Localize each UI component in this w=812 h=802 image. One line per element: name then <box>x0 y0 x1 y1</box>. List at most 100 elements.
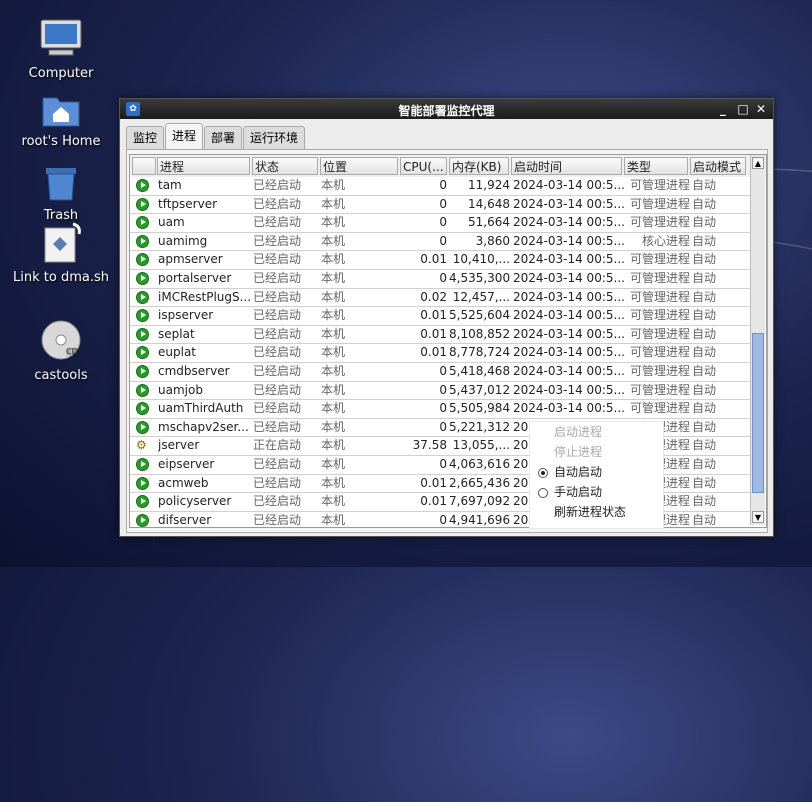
cell-location: 本机 <box>321 308 346 323</box>
cell-type: 可管理进程 <box>629 345 690 360</box>
desktop-icon-label: Computer <box>28 66 94 81</box>
cell-status: 已经启动 <box>253 456 302 471</box>
column-header-status[interactable]: 状态 <box>252 157 318 175</box>
cell-start-mode: 自动 <box>692 456 717 471</box>
column-header-location[interactable]: 位置 <box>320 157 398 175</box>
cell-status: 已经启动 <box>253 252 302 267</box>
scroll-down-button[interactable]: ▼ <box>752 511 764 523</box>
cell-cpu: 0.01 <box>420 345 447 360</box>
table-row[interactable]: uam 已经启动 本机 0 51,664 2024-03-14 00:5... 可管理进程自… <box>130 214 750 233</box>
table-row[interactable]: portalserver 已经启动 本机 0 4,535,300 2024-03-14 0… <box>130 269 750 289</box>
cell-status: 正在启动 <box>253 438 302 453</box>
cell-cpu: 0 <box>439 233 447 248</box>
cell-status: 已经启动 <box>253 178 302 192</box>
vertical-scrollbar[interactable]: ▲ ▼ <box>750 155 765 525</box>
cell-process: tftpserver <box>158 196 218 211</box>
desktop-icon-trash[interactable]: Trash <box>6 162 116 223</box>
cell-memory: 2,665,436 <box>449 475 510 490</box>
menu-item-auto-start[interactable]: 自动启动 <box>554 462 602 482</box>
cell-memory: 5,418,468 <box>449 363 510 378</box>
column-header-start-time[interactable]: 启动时间 <box>511 157 622 175</box>
cell-start-time: 2024-03-14 00:5... <box>513 326 624 341</box>
cell-status: 已经启动 <box>253 196 302 211</box>
cell-start-mode: 自动 <box>692 419 717 434</box>
menu-item-refresh-status[interactable]: 刷新进程状态 <box>554 502 626 522</box>
column-header-process[interactable]: 进程 <box>157 157 250 175</box>
cell-location: 本机 <box>321 382 346 397</box>
minimize-button[interactable]: _ <box>715 101 731 117</box>
process-running-icon <box>136 383 149 397</box>
cell-start-mode: 自动 <box>692 475 717 490</box>
table-row[interactable]: tftpserver 已经启动 本机 0 14,648 2024-03-14 00:5..… <box>130 195 750 215</box>
cell-process: eipserver <box>158 456 215 471</box>
radio-manual-start[interactable] <box>538 488 548 498</box>
cell-cpu: 0 <box>439 401 447 416</box>
cell-memory: 5,505,984 <box>449 401 510 416</box>
column-header-memory[interactable]: 内存(KB) <box>449 157 509 175</box>
menu-item-manual-start[interactable]: 手动启动 <box>554 482 602 502</box>
close-button[interactable]: ✕ <box>753 101 769 117</box>
table-row[interactable]: iMCRestPlugS... 已经启动 本机 0.02 12,457,... 2024-… <box>130 288 750 308</box>
menu-item-stop-process[interactable]: 停止进程 <box>554 442 602 462</box>
cell-status: 已经启动 <box>253 289 302 304</box>
process-running-icon <box>136 309 149 323</box>
cell-start-time: 2024-03-14 00:5... <box>513 270 624 285</box>
cell-memory: 11,924 <box>468 178 510 192</box>
cell-type: 可管理进程 <box>629 289 690 304</box>
column-header-icon[interactable] <box>132 157 156 175</box>
scrollbar-thumb[interactable] <box>752 333 764 493</box>
column-header-type[interactable]: 类型 <box>624 157 688 175</box>
cell-status: 已经启动 <box>253 475 302 490</box>
desktop-icon-home[interactable]: root's Home <box>6 92 116 149</box>
scroll-up-button[interactable]: ▲ <box>752 157 764 169</box>
cell-start-mode: 自动 <box>692 270 717 285</box>
table-row[interactable]: tam 已经启动 本机 0 11,924 2024-03-14 00:5... 可管理进程自… <box>130 177 750 196</box>
process-running-icon <box>136 346 149 360</box>
cell-cpu: 0 <box>439 215 447 230</box>
tab-bar: 监控 进程 部署 运行环境 <box>126 123 306 149</box>
cell-memory: 3,860 <box>475 233 510 248</box>
cell-start-mode: 自动 <box>692 345 717 360</box>
cell-process: uamjob <box>158 382 203 397</box>
table-row[interactable]: euplat 已经启动 本机 0.01 8,778,724 2024-03-14 00:5… <box>130 344 750 363</box>
tab-monitor[interactable]: 监控 <box>126 126 165 149</box>
desktop-icon-castools[interactable]: CD castools <box>6 318 116 383</box>
cell-status: 已经启动 <box>253 401 302 416</box>
cell-memory: 51,664 <box>468 215 510 230</box>
process-running-icon <box>136 179 149 192</box>
table-row[interactable]: uamimg 已经启动 本机 0 3,860 2024-03-14 00:5... 核心进程… <box>130 232 750 252</box>
table-header: 进程 状态 位置 CPU(... 内存(KB) 启动时间 类型 启动模式 <box>130 155 766 177</box>
process-running-icon <box>136 197 149 211</box>
cell-location: 本机 <box>321 252 346 267</box>
cell-start-mode: 自动 <box>692 382 717 397</box>
cell-start-time: 2024-03-14 00:5... <box>513 308 624 323</box>
tab-runtime-env[interactable]: 运行环境 <box>243 126 306 149</box>
cell-process: uamThirdAuth <box>158 401 244 416</box>
cell-start-time: 2024-03-14 00:5... <box>513 382 624 397</box>
cell-memory: 13,055,... <box>452 438 510 453</box>
column-header-cpu[interactable]: CPU(... <box>400 157 447 175</box>
table-row[interactable]: uamThirdAuth 已经启动 本机 0 5,505,984 2024-03-14 0… <box>130 400 750 419</box>
cell-status: 已经启动 <box>253 512 302 527</box>
desktop-icon-dma-link[interactable]: Link to dma.sh <box>6 222 116 285</box>
table-row[interactable]: cmdbserver 已经启动 本机 0 5,418,468 2024-03-14 00:… <box>130 362 750 382</box>
table-row[interactable]: apmserver 已经启动 本机 0.01 10,410,... 2024-03-14 … <box>130 251 750 270</box>
process-running-icon <box>136 327 149 341</box>
column-header-start-mode[interactable]: 启动模式 <box>690 157 746 175</box>
cell-type: 可管理进程 <box>629 252 690 267</box>
radio-auto-start[interactable] <box>538 468 548 478</box>
home-folder-icon <box>6 92 116 132</box>
tab-deploy[interactable]: 部署 <box>204 126 243 149</box>
title-bar[interactable]: ✿ 智能部署监控代理 _ □ ✕ <box>120 99 773 119</box>
table-row[interactable]: uamjob 已经启动 本机 0 5,437,012 2024-03-14 00:5...… <box>130 381 750 401</box>
tab-process[interactable]: 进程 <box>165 123 204 149</box>
maximize-button[interactable]: □ <box>735 101 751 117</box>
table-row[interactable]: ispserver 已经启动 本机 0.01 5,525,604 2024-03-14 0… <box>130 307 750 326</box>
cell-cpu: 0.01 <box>420 326 447 341</box>
table-row[interactable]: seplat 已经启动 本机 0.01 8,108,852 2024-03-14 00:5… <box>130 325 750 345</box>
menu-item-start-process[interactable]: 启动进程 <box>554 422 602 442</box>
cell-cpu: 0 <box>439 196 447 211</box>
process-running-icon <box>136 253 149 267</box>
desktop-icon-computer[interactable]: Computer <box>6 18 116 81</box>
cell-start-time: 2024-03-14 00:5... <box>513 401 624 416</box>
